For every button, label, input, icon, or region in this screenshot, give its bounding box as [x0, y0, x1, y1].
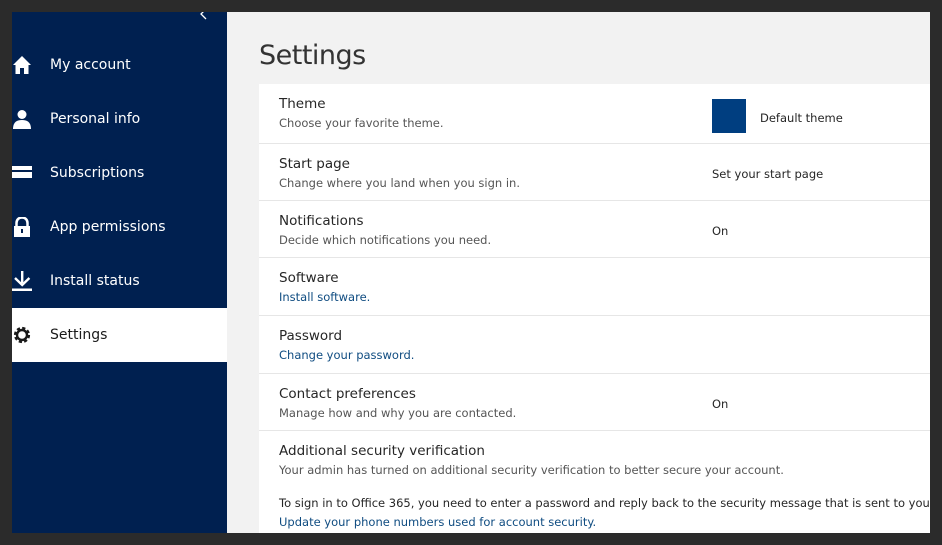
chevron-left-icon: [200, 12, 207, 20]
row-title: Start page: [279, 156, 350, 172]
sidebar-item-install-status[interactable]: Install status: [12, 254, 227, 308]
settings-row-software: Software Install software.: [259, 258, 930, 316]
update-phone-numbers-link[interactable]: Update your phone numbers used for accou…: [279, 514, 596, 530]
row-description: Choose your favorite theme.: [279, 116, 444, 130]
settings-row-start-page[interactable]: Start page Change where you land when yo…: [259, 144, 930, 201]
sidebar-item-label: My account: [50, 57, 131, 73]
sidebar: My account Personal info Subscriptions A…: [12, 12, 227, 533]
row-description: Your admin has turned on additional secu…: [279, 463, 784, 477]
gear-icon: [12, 325, 32, 345]
install-software-link[interactable]: Install software.: [279, 289, 370, 305]
row-title: Password: [279, 328, 343, 344]
sidebar-item-personal-info[interactable]: Personal info: [12, 92, 227, 146]
home-icon: [12, 55, 32, 75]
row-title: Notifications: [279, 213, 364, 229]
settings-row-theme[interactable]: Theme Choose your favorite theme. Defaul…: [259, 84, 930, 144]
theme-value: Default theme: [760, 111, 843, 125]
lock-icon: [12, 217, 32, 237]
settings-panel: Theme Choose your favorite theme. Defaul…: [259, 84, 930, 533]
settings-row-security-verification: Additional security verification Your ad…: [259, 431, 930, 533]
sidebar-item-label: Install status: [50, 273, 140, 289]
main-content: Settings Theme Choose your favorite them…: [227, 12, 930, 533]
row-description: Decide which notifications you need.: [279, 233, 492, 247]
row-title: Contact preferences: [279, 386, 416, 402]
notifications-value: On: [712, 224, 729, 238]
sidebar-item-app-permissions[interactable]: App permissions: [12, 200, 227, 254]
sidebar-item-subscriptions[interactable]: Subscriptions: [12, 146, 227, 200]
app-window: My account Personal info Subscriptions A…: [12, 12, 930, 533]
sidebar-item-label: App permissions: [50, 219, 166, 235]
sidebar-item-label: Settings: [50, 327, 108, 343]
start-page-value: Set your start page: [712, 167, 824, 181]
row-description: Manage how and why you are contacted.: [279, 406, 517, 420]
theme-swatch[interactable]: [712, 99, 746, 133]
security-note: To sign in to Office 365, you need to en…: [279, 496, 930, 510]
settings-row-password: Password Change your password.: [259, 316, 930, 374]
row-title: Software: [279, 270, 339, 286]
sidebar-item-label: Subscriptions: [50, 165, 145, 181]
page-title: Settings: [259, 40, 366, 72]
sidebar-item-my-account[interactable]: My account: [12, 38, 227, 92]
download-icon: [12, 271, 32, 291]
row-description: Change where you land when you sign in.: [279, 176, 521, 190]
settings-row-notifications[interactable]: Notifications Decide which notifications…: [259, 201, 930, 258]
person-icon: [12, 109, 32, 129]
sidebar-item-settings[interactable]: Settings: [12, 308, 227, 362]
change-password-link[interactable]: Change your password.: [279, 347, 414, 363]
sidebar-item-label: Personal info: [50, 111, 141, 127]
settings-row-contact-preferences[interactable]: Contact preferences Manage how and why y…: [259, 374, 930, 431]
card-icon: [12, 163, 32, 183]
collapse-sidebar-button[interactable]: [196, 12, 212, 26]
row-title: Theme: [279, 96, 326, 112]
contact-preferences-value: On: [712, 397, 729, 411]
row-title: Additional security verification: [279, 443, 485, 459]
